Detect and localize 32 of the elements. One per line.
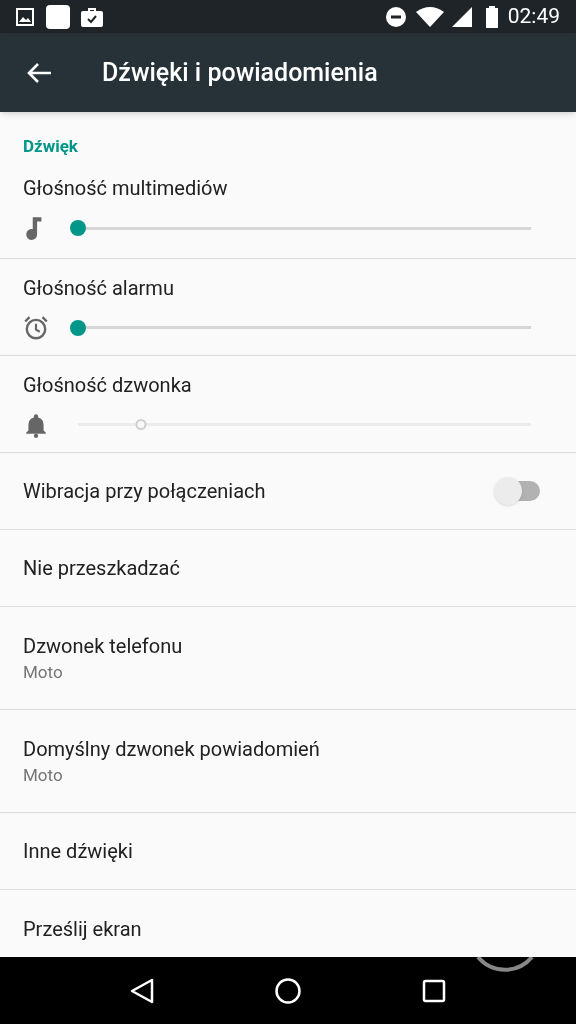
setting-summary: Moto [23, 661, 64, 684]
slider-thumb[interactable] [70, 319, 86, 336]
alarm-clock-icon [23, 314, 49, 341]
recents-square-icon [421, 978, 446, 1003]
back-nav-button[interactable] [130, 977, 155, 1004]
setting-title: Domyślny dzwonek powiadomień [23, 736, 321, 763]
briefcase-icon [81, 6, 103, 27]
setting-title: Prześlij ekran [23, 916, 143, 943]
do-not-disturb-icon [385, 6, 406, 27]
battery-icon [485, 5, 498, 28]
signal-icon [451, 6, 472, 27]
back-arrow-icon [26, 61, 52, 84]
square-icon [46, 4, 70, 29]
setting-title: Wibracja przy połączeniach [23, 478, 266, 505]
clock-time: 02:49 [507, 2, 560, 30]
setting-title: Głośność multimediów [23, 175, 229, 202]
back-triangle-icon [130, 977, 155, 1004]
setting-title: Nie przeszkadzać [23, 555, 181, 582]
setting-title: Głośność alarmu [23, 274, 175, 302]
setting-title: Dzwonek telefonu [23, 633, 184, 660]
bell-icon [23, 411, 49, 438]
screen-title: Dźwięki i powiadomienia [102, 56, 378, 89]
setting-summary: Moto [23, 764, 64, 787]
slider-thumb[interactable] [70, 220, 86, 236]
home-circle-icon [275, 977, 301, 1004]
setting-title: Inne dźwięki [23, 838, 134, 865]
wifi-icon [415, 6, 444, 27]
setting-title: Głośność dzwonka [23, 371, 193, 399]
section-header: Dźwięk [23, 136, 78, 156]
image-icon [16, 7, 34, 26]
home-nav-button[interactable] [275, 977, 301, 1004]
recents-nav-button[interactable] [421, 978, 446, 1003]
